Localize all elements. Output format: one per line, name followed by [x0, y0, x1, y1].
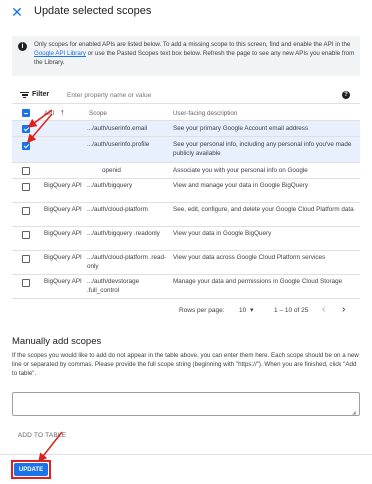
row-checkbox[interactable] — [22, 207, 30, 215]
row-description: Associate you with your personal info on… — [173, 167, 308, 174]
table-header: API ↑ Scope User-facing description — [12, 105, 360, 121]
page-range: 1 – 10 of 25 — [274, 307, 309, 314]
row-description: View your data in Google BigQuery — [173, 230, 272, 237]
table-row[interactable]: openid Associate you with your personal … — [12, 163, 360, 179]
resize-handle-icon[interactable]: ◢ — [352, 410, 356, 416]
manual-scopes-textarea[interactable] — [12, 392, 360, 416]
table-row[interactable]: BigQuery API .../auth/bigquery View and … — [12, 179, 360, 203]
close-icon[interactable]: ✕ — [10, 5, 24, 19]
row-api: BigQuery API — [44, 254, 82, 261]
chevron-right-icon[interactable]: › — [342, 304, 345, 315]
help-icon[interactable]: ? — [342, 91, 350, 99]
filter-bar: Filter ? — [12, 88, 360, 104]
table-row[interactable]: BigQuery API .../auth/cloud-platform .re… — [12, 251, 360, 275]
row-description: View and manage your data in Google BigQ… — [173, 182, 309, 189]
arrow-up-icon[interactable]: ↑ — [60, 107, 65, 117]
row-checkbox[interactable] — [22, 125, 30, 133]
table-row[interactable]: BigQuery API .../auth/bigquery .readonly… — [12, 227, 360, 251]
rows-per-page-label: Rows per page: — [179, 307, 225, 314]
table-row[interactable]: .../auth/userinfo.profile See your perso… — [12, 137, 360, 163]
scopes-table: API ↑ Scope User-facing description .../… — [12, 105, 360, 299]
row-api: BigQuery API — [44, 278, 82, 285]
row-checkbox[interactable] — [22, 142, 30, 150]
add-to-table-button[interactable]: ADD TO TABLE — [12, 428, 72, 442]
info-banner: i Only scopes for enabled APIs are liste… — [12, 36, 360, 76]
dialog-header: ✕ Update selected scopes — [0, 0, 372, 26]
row-description: Manage your data and permissions in Goog… — [173, 278, 343, 285]
table-row[interactable]: BigQuery API .../auth/devstorage .full_c… — [12, 275, 360, 299]
dropdown-arrow-icon[interactable]: ▾ — [250, 306, 254, 314]
rows-per-page-select[interactable]: 10 — [239, 307, 246, 314]
row-scope: .../auth/userinfo.email — [87, 125, 148, 132]
table-row[interactable]: .../auth/userinfo.email See your primary… — [12, 121, 360, 137]
row-scope: .../auth/devstorage .full_control — [87, 278, 140, 294]
column-header-api[interactable]: API — [44, 110, 54, 117]
row-scope: .../auth/cloud-platform .read-only — [87, 254, 167, 270]
column-header-scope[interactable]: Scope — [89, 110, 107, 117]
row-api: BigQuery API — [44, 206, 82, 213]
row-checkbox[interactable] — [22, 167, 30, 175]
row-checkbox[interactable] — [22, 255, 30, 263]
column-header-description[interactable]: User-facing description — [173, 110, 237, 117]
row-scope: .../auth/bigquery — [87, 182, 133, 189]
manual-scopes-description: If the scopes you would like to add do n… — [12, 352, 359, 377]
row-checkbox[interactable] — [22, 231, 30, 239]
dialog-title: Update selected scopes — [34, 5, 152, 17]
row-checkbox[interactable] — [22, 183, 30, 191]
info-text: Only scopes for enabled APIs are listed … — [34, 41, 355, 66]
row-api: BigQuery API — [44, 182, 82, 189]
row-api: BigQuery API — [44, 230, 82, 237]
info-icon: i — [18, 42, 27, 51]
row-description: See your personal info, including any pe… — [173, 141, 352, 157]
row-checkbox[interactable] — [22, 279, 30, 287]
row-description: See your primary Google Account email ad… — [173, 125, 309, 132]
row-description: View your data across Google Cloud Platf… — [173, 254, 326, 261]
row-description: See, edit, configure, and delete your Go… — [173, 206, 354, 213]
select-all-checkbox[interactable] — [22, 109, 30, 117]
update-button[interactable]: UPDATE — [14, 463, 48, 476]
row-scope: .../auth/userinfo.profile — [87, 141, 150, 148]
row-scope: .../auth/bigquery .readonly — [87, 230, 160, 237]
api-library-link[interactable]: Google API Library — [34, 50, 86, 57]
filter-label: Filter — [32, 91, 50, 98]
manual-scopes-title: Manually add scopes — [12, 336, 102, 347]
row-scope: .../auth/cloud-platform — [87, 206, 148, 213]
pagination: Rows per page: 10 ▾ 1 – 10 of 25 ‹ › — [12, 302, 360, 320]
table-row[interactable]: BigQuery API .../auth/cloud-platform See… — [12, 203, 360, 227]
filter-icon — [20, 92, 29, 99]
filter-input[interactable] — [67, 90, 327, 101]
footer-divider — [0, 454, 372, 455]
chevron-left-icon[interactable]: ‹ — [322, 304, 325, 315]
